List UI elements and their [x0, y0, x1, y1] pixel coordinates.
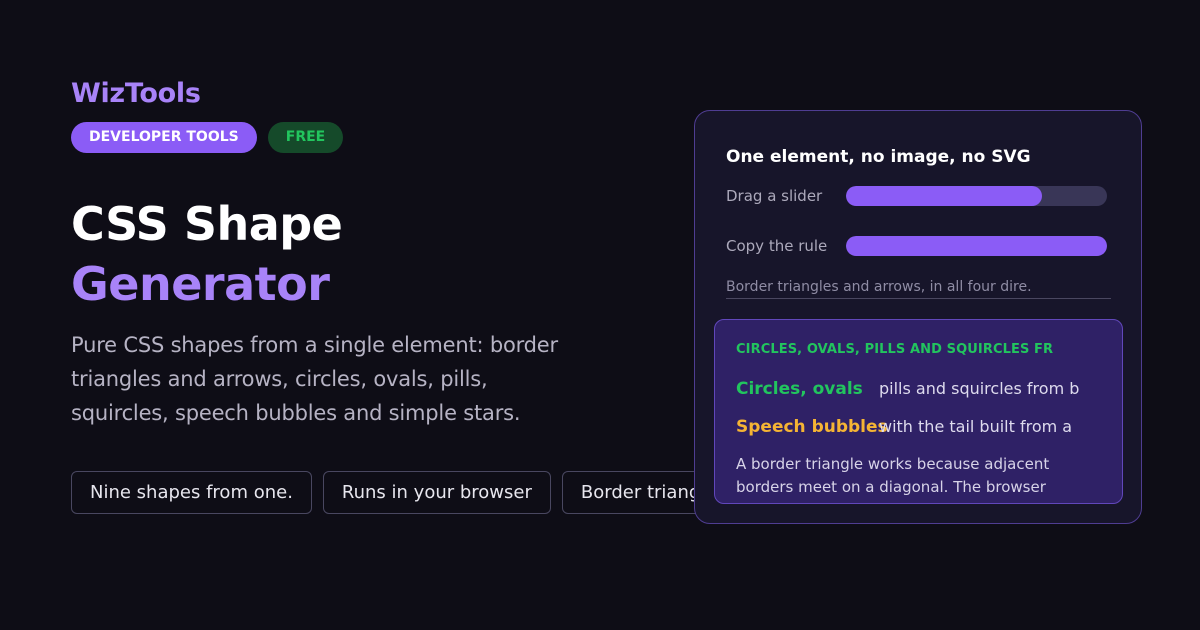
brand-logo: WizTools — [71, 78, 201, 109]
title-line-2: Generator — [71, 257, 330, 311]
card-heading: CIRCLES, OVALS, PILLS AND SQUIRCLES FR — [736, 342, 1054, 357]
panel-note: Border triangles and arrows, in all four… — [726, 276, 1111, 299]
slider-row-copy: Copy the rule — [726, 235, 1107, 257]
slider-label: Drag a slider — [726, 187, 823, 205]
slider-fill — [846, 186, 1042, 206]
feature-chip: Nine shapes from one. — [71, 471, 312, 514]
feature-chips: Nine shapes from one. Runs in your brows… — [71, 471, 711, 515]
page-title: CSS Shape Generator — [71, 194, 343, 314]
title-line-1: CSS Shape — [71, 197, 343, 251]
category-badge: DEVELOPER TOOLS — [71, 122, 257, 153]
feature-chip: Runs in your browser — [322, 471, 551, 514]
price-badge: FREE — [267, 122, 344, 153]
page-description: Pure CSS shapes from a single element: b… — [71, 333, 558, 425]
feature-text: pills and squircles from b — [879, 379, 1080, 398]
feature-row-bubbles: Speech bubbles with the tail built from … — [736, 415, 1106, 439]
shape-info-card: CIRCLES, OVALS, PILLS AND SQUIRCLES FR C… — [714, 319, 1123, 504]
feature-chip: Border triangl — [561, 471, 711, 514]
preview-panel: One element, no image, no SVG Drag a sli… — [694, 110, 1142, 524]
badge-group: DEVELOPER TOOLS FREE — [71, 122, 344, 153]
card-paragraph: A border triangle works because adjacent… — [736, 455, 1050, 496]
feature-row-circles: Circles, ovals pills and squircles from … — [736, 377, 1106, 401]
slider-label: Copy the rule — [726, 237, 828, 255]
feature-text: with the tail built from a — [879, 417, 1073, 436]
slider-fill — [846, 236, 1107, 256]
feature-name: Circles, ovals — [736, 379, 863, 399]
panel-heading: One element, no image, no SVG — [726, 147, 1031, 167]
slider-track[interactable] — [846, 186, 1107, 206]
slider-row-drag: Drag a slider — [726, 185, 1107, 207]
slider-track[interactable] — [846, 236, 1107, 256]
feature-name: Speech bubbles — [736, 417, 888, 437]
